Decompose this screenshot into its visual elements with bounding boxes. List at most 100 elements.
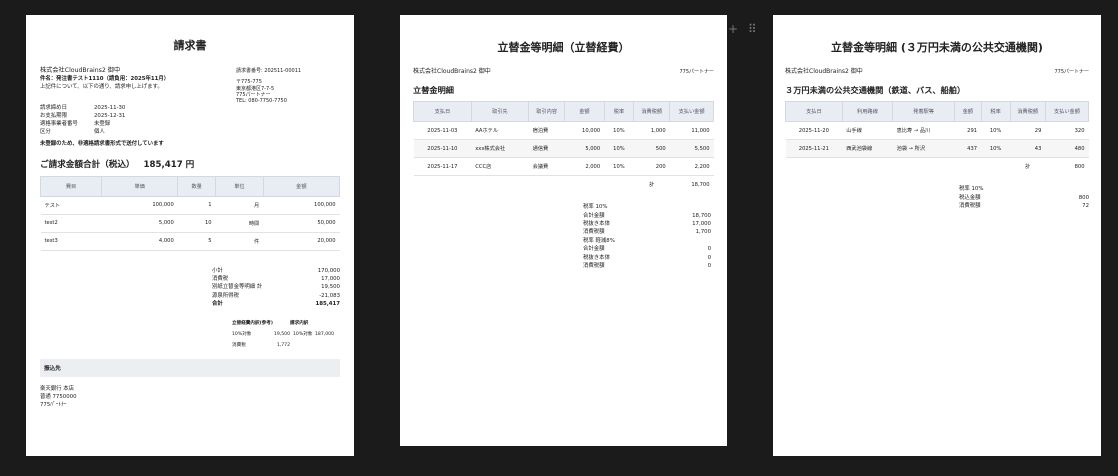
cell: 池袋 → 所沢	[892, 139, 955, 159]
breakdown-label: 税抜き本体	[583, 254, 610, 261]
cell: 恵比寿 → 品川	[892, 121, 955, 141]
cell: 2025-11-20	[785, 121, 843, 141]
invoice-recipient: 株式会社CloudBrains2 御中	[40, 67, 121, 74]
total-label: 計	[649, 182, 655, 189]
summary-value: 185,417	[315, 301, 340, 308]
cell: テスト	[40, 196, 102, 215]
drag-handle-icon[interactable]: ⠿	[748, 22, 757, 36]
cell: 会議費	[528, 157, 565, 177]
cell: 1,000	[633, 121, 670, 141]
breakdown-value: 72	[1082, 203, 1089, 210]
meta-label: お支払期限	[40, 112, 67, 119]
summary-value: 170,000	[317, 267, 340, 274]
column-header: 支払い金額	[1044, 101, 1090, 123]
tax-reference: 立替経費内訳(参考) 請求内訳 10%対象 19,500 10%対象 187,000 消…	[232, 318, 340, 351]
total-value: 800	[1074, 163, 1085, 170]
cell: 通信費	[528, 139, 565, 159]
cell: 2025-11-21	[785, 139, 843, 159]
meta-label: 適格事業者番号	[40, 121, 78, 128]
invoice-message: 上記件について、以下の通り、請求申し上げます。	[40, 84, 163, 91]
cell: 10%	[604, 157, 634, 177]
summary-value: 19,500	[321, 284, 340, 291]
invoice-subject: 件名：発注書テスト1110（請負用：2025年11月）	[40, 76, 170, 83]
cell: AAホテル	[471, 121, 529, 141]
transit-section-title: ３万円未満の公共交通機関（鉄道、バス、船舶）	[785, 85, 966, 96]
summary-value: 17,000	[321, 276, 340, 283]
page-toolbar: + ⠿	[728, 22, 757, 36]
cell: 11,000	[669, 121, 714, 141]
invoice-number: 請求書番号: 202511-00011	[236, 68, 302, 74]
column-header: 発着駅等	[892, 101, 955, 123]
column-header: 利用路線	[841, 101, 894, 123]
tax-ref-heading: 請求内訳	[290, 320, 309, 326]
tax-ref-cell: 187,000	[315, 331, 334, 337]
invoice-items-table: 費目 単価 数量 単位 金額 テスト 100,000 1 月 100,000 t…	[39, 175, 341, 251]
cell: 2025-11-10	[413, 139, 472, 159]
cell: 10	[177, 214, 216, 233]
cell: 5	[177, 232, 216, 251]
cell: test2	[40, 214, 102, 233]
bank-line: 普通 7750000	[40, 393, 77, 400]
breakdown-label: 合計金額	[583, 246, 605, 253]
tax-ref-heading: 立替経費内訳(参考)	[232, 320, 273, 326]
cell: 2025-11-17	[413, 157, 472, 177]
cell: 50,000	[263, 214, 340, 233]
total-row: 計 800	[786, 158, 1089, 176]
cell: 500	[633, 139, 670, 159]
cell: 2,000	[564, 157, 605, 177]
meta-value: 未登録	[94, 121, 111, 128]
meta-label: 請求締め日	[40, 104, 67, 111]
cell: CCC店	[471, 157, 529, 177]
table-row: test3 4,000 5 件 20,000	[40, 232, 340, 251]
cell: 43	[1010, 139, 1046, 159]
expenses-table: 支払日 取引先 取引内容 金額 税率 消費税額 支払い金額 2025-11-03…	[413, 101, 714, 193]
cell: 437	[954, 139, 982, 159]
total-value: 18,700	[691, 181, 710, 188]
tax-ref-cell: 1,772	[276, 342, 290, 348]
cell: 1	[177, 196, 216, 215]
cell: 山手線	[842, 121, 893, 141]
cell: 宿泊費	[528, 121, 565, 141]
breakdown-value: 18,700	[692, 212, 711, 219]
cell: 100,000	[101, 196, 178, 215]
column-header: 取引先	[470, 101, 530, 123]
cell: xxx株式会社	[471, 139, 529, 159]
total-label: ご請求金額合計（税込）	[40, 159, 135, 170]
column-header: 費目	[39, 175, 103, 197]
cell: 20,000	[263, 232, 340, 251]
transit-breakdown: 税率 10% 税込金額 800 消費税額 72	[959, 185, 1089, 210]
tax-ref-cell: 10%対象	[232, 331, 252, 337]
table-row: test2 5,000 10 時間 50,000	[40, 214, 340, 233]
cell: 10,000	[564, 121, 605, 141]
expenses-page: 立替金等明細（立替経費） 株式会社CloudBrains2 御中 775パートナ…	[400, 15, 727, 446]
breakdown-label: 消費税額	[583, 229, 605, 236]
invoice-notice: 未登録のため、非適格請求書形式で送付しています	[40, 141, 164, 148]
column-header: 消費税額	[633, 101, 671, 123]
meta-value: 2025-12-31	[94, 112, 126, 119]
transit-page: 立替金等明細 (３万円未満の公共交通機関) 株式会社CloudBrains2 御…	[773, 15, 1101, 456]
column-header: 支払い金額	[669, 101, 714, 123]
bank-line: 楽天銀行 本店	[40, 385, 75, 392]
cell: 4,000	[101, 232, 178, 251]
breakdown-value: 1,700	[695, 229, 711, 236]
total-value: 185,417 円	[143, 159, 195, 170]
add-page-icon[interactable]: +	[728, 22, 738, 36]
summary-label: 合計	[212, 301, 223, 308]
column-header: 単価	[101, 175, 179, 197]
summary-label: 源泉所得税	[212, 292, 239, 299]
cell: 時間	[215, 214, 264, 233]
table-row: 2025-11-20 山手線 恵比寿 → 品川 291 10% 29 320	[785, 121, 1089, 141]
cell: 200	[633, 157, 670, 177]
cell: 480	[1045, 139, 1089, 159]
column-header: 金額	[262, 175, 341, 197]
expenses-title: 立替金等明細（立替経費）	[497, 41, 630, 54]
breakdown-label: 税込金額	[959, 194, 981, 201]
breakdown-label: 税率 軽減8%	[583, 237, 615, 244]
bank-heading: 振込先	[40, 358, 340, 377]
summary-label: 消費税	[212, 276, 229, 283]
bank-line: 775ﾊﾟｰﾄﾅｰ	[40, 402, 67, 409]
cell: 5,500	[669, 139, 714, 159]
summary-label: 別紙立替金等明細 計	[212, 284, 263, 291]
breakdown-label: 合計金額	[583, 212, 605, 219]
column-header: 単位	[215, 175, 264, 197]
